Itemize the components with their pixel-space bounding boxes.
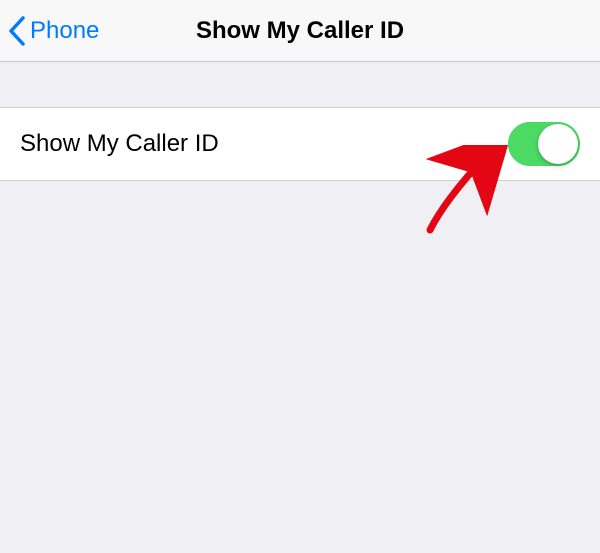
back-button[interactable]: Phone <box>8 16 99 46</box>
navbar: Phone Show My Caller ID <box>0 0 600 62</box>
back-button-label: Phone <box>30 17 99 45</box>
settings-row-caller-id: Show My Caller ID <box>0 108 600 180</box>
settings-row-label: Show My Caller ID <box>20 130 219 158</box>
page-title: Show My Caller ID <box>196 17 404 45</box>
chevron-left-icon <box>8 16 26 46</box>
caller-id-toggle[interactable] <box>508 122 580 166</box>
toggle-knob <box>538 124 578 164</box>
settings-group: Show My Caller ID <box>0 107 600 181</box>
